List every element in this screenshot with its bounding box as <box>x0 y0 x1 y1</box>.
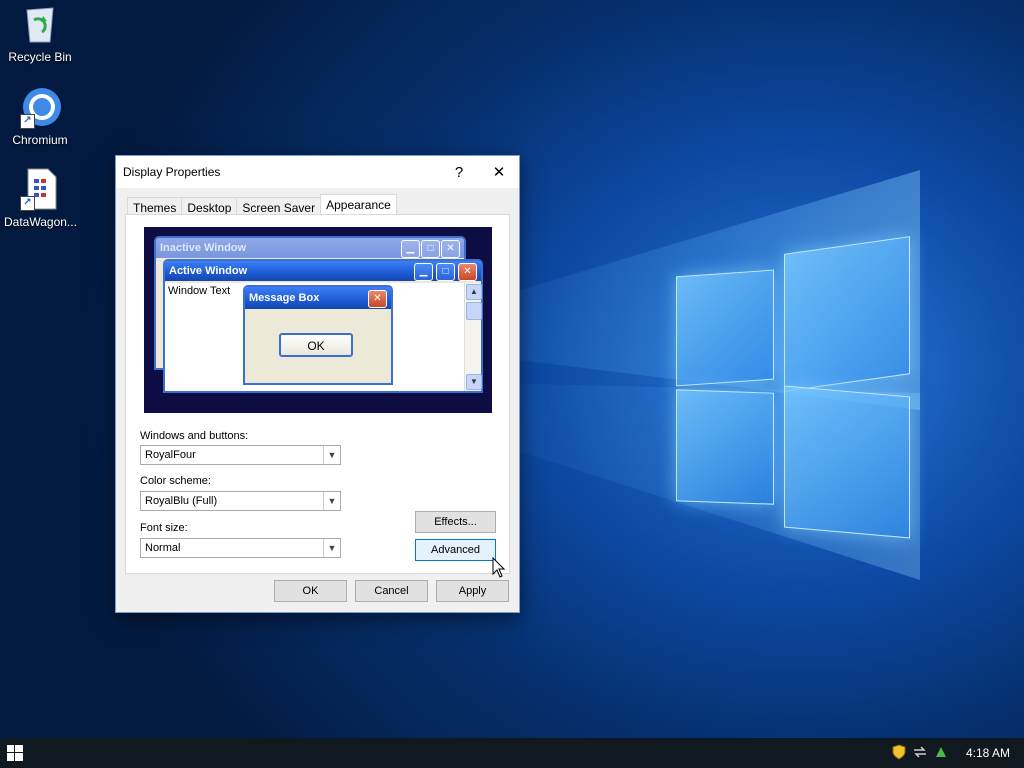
shortcut-arrow-icon: ↗ <box>20 196 35 211</box>
dialog-title: Display Properties <box>123 165 221 179</box>
preview-message-title: Message Box <box>249 292 320 304</box>
windows-start-icon <box>7 745 23 761</box>
scroll-down-icon: ▼ <box>466 374 482 390</box>
taskbar: 4:18 AM <box>0 738 1024 768</box>
help-button[interactable]: ? <box>439 156 479 188</box>
dialog-titlebar[interactable]: Display Properties ? ✕ <box>116 156 519 188</box>
font-size-label: Font size: <box>140 522 188 534</box>
dialog-content: Themes Desktop Screen Saver Appearance I… <box>116 188 519 612</box>
windows-buttons-label: Windows and buttons: <box>140 430 249 442</box>
preview-active-title: Active Window <box>169 265 248 277</box>
scroll-thumb <box>466 302 482 320</box>
desktop-icon-label: Recycle Bin <box>8 50 72 64</box>
preview-inactive-title: Inactive Window <box>160 242 247 254</box>
font-size-select[interactable]: Normal ▼ <box>140 538 341 558</box>
scroll-up-icon: ▲ <box>466 284 482 300</box>
minimize-icon: ▁ <box>401 240 420 258</box>
close-icon: ✕ <box>441 240 460 258</box>
chevron-down-icon: ▼ <box>323 446 340 464</box>
maximize-icon: □ <box>421 240 440 258</box>
color-scheme-label: Color scheme: <box>140 475 211 487</box>
windows-buttons-select[interactable]: RoyalFour ▼ <box>140 445 341 465</box>
network-icon[interactable] <box>912 745 928 762</box>
chromium-icon: ↗ <box>18 85 62 129</box>
preview-active-window: Active Window ▁ □ ✕ Window Text ▲ ▼ Mess… <box>163 259 483 393</box>
close-icon: ✕ <box>458 263 477 281</box>
desktop-icon-datawagon[interactable]: ↗ DataWagon... <box>4 167 77 229</box>
windows-wallpaper-logo <box>660 225 920 555</box>
desktop-icon-recycle-bin[interactable]: Recycle Bin <box>4 2 76 64</box>
preview-window-text: Window Text <box>168 285 231 297</box>
cancel-button[interactable]: Cancel <box>355 580 428 602</box>
windows-buttons-value: RoyalFour <box>145 449 196 461</box>
shortcut-arrow-icon: ↗ <box>20 114 35 129</box>
desktop-icon-chromium[interactable]: ↗ Chromium <box>4 85 76 147</box>
recycle-bin-icon <box>18 2 62 46</box>
datawagon-icon: ↗ <box>18 167 62 211</box>
preview-message-box: Message Box ✕ OK <box>243 285 393 385</box>
effects-button[interactable]: Effects... <box>415 511 496 533</box>
ok-button[interactable]: OK <box>274 580 347 602</box>
system-tray: 4:18 AM <box>886 738 1010 768</box>
chevron-down-icon: ▼ <box>323 492 340 510</box>
color-scheme-select[interactable]: RoyalBlu (Full) ▼ <box>140 491 341 511</box>
tray-app-icon[interactable] <box>934 745 948 762</box>
maximize-icon: □ <box>436 263 455 281</box>
clock[interactable]: 4:18 AM <box>966 746 1010 760</box>
font-size-value: Normal <box>145 542 181 554</box>
desktop-icon-label: Chromium <box>12 133 68 147</box>
display-properties-dialog: Display Properties ? ✕ Themes Desktop Sc… <box>115 155 520 613</box>
close-icon: ✕ <box>368 290 387 308</box>
appearance-preview: Inactive Window ▁ □ ✕ Active Window ▁ □ … <box>144 227 492 413</box>
preview-ok-button: OK <box>279 333 353 357</box>
color-scheme-value: RoyalBlu (Full) <box>145 495 218 507</box>
advanced-button[interactable]: Advanced <box>415 539 496 561</box>
close-button[interactable]: ✕ <box>479 156 519 188</box>
preview-scrollbar: ▲ ▼ <box>464 283 482 391</box>
start-button[interactable] <box>0 738 30 768</box>
appearance-panel: Inactive Window ▁ □ ✕ Active Window ▁ □ … <box>125 214 510 574</box>
minimize-icon: ▁ <box>414 263 433 281</box>
desktop-icon-label: DataWagon... <box>4 215 77 229</box>
chevron-down-icon: ▼ <box>323 539 340 557</box>
security-shield-icon[interactable] <box>892 743 906 763</box>
apply-button[interactable]: Apply <box>436 580 509 602</box>
